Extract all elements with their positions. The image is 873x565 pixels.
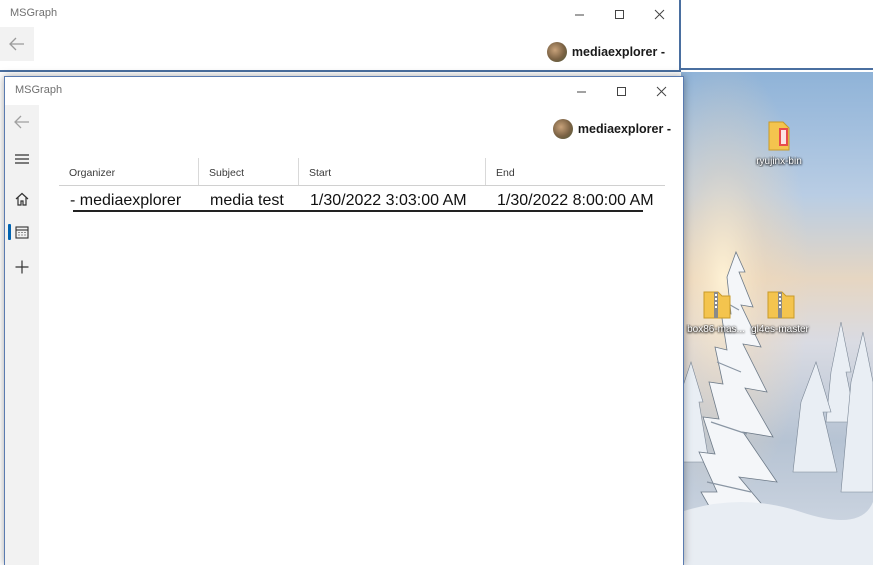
close-button[interactable] <box>641 77 681 105</box>
front-window-titlebar[interactable]: MSGraph <box>5 77 683 105</box>
avatar <box>552 119 573 139</box>
column-header-end[interactable]: End <box>486 158 665 185</box>
back-button[interactable] <box>5 105 39 139</box>
caption-buttons <box>559 0 679 28</box>
zip-folder-icon <box>767 291 795 319</box>
window-title: MSGraph <box>15 84 63 96</box>
window-title: MSGraph <box>10 7 58 19</box>
back-button[interactable] <box>0 27 34 61</box>
calendar-icon <box>15 226 29 239</box>
home-icon <box>15 192 29 206</box>
minimize-icon <box>576 91 586 92</box>
desktop-icon-label: ryujinx-bin <box>756 156 802 167</box>
user-name: mediaexplorer - <box>577 122 671 136</box>
events-table: Organizer Subject Start End - mediaexplo… <box>59 158 665 214</box>
close-button[interactable] <box>639 0 679 28</box>
nav-item-add[interactable] <box>5 251 39 283</box>
desktop-icon-ryujinx-bin[interactable]: ryujinx-bin <box>746 118 812 167</box>
maximize-icon <box>616 86 626 96</box>
user-account[interactable]: mediaexplorer - <box>552 119 671 139</box>
close-icon <box>654 9 664 19</box>
plus-icon <box>15 260 29 274</box>
desktop-icon-box86-master[interactable]: box86-mas... <box>683 286 749 335</box>
table-row[interactable]: - mediaexplorer media test 1/30/2022 3:0… <box>59 186 665 214</box>
column-header-subject[interactable]: Subject <box>199 158 299 185</box>
nav-item-calendar[interactable] <box>5 216 39 248</box>
caption-buttons <box>561 77 681 105</box>
nav-item-home[interactable] <box>5 183 39 215</box>
column-header-start[interactable]: Start <box>299 158 486 185</box>
minimize-button[interactable] <box>559 0 599 28</box>
column-header-organizer[interactable]: Organizer <box>59 158 199 185</box>
user-account[interactable]: mediaexplorer - <box>546 42 665 62</box>
user-name: mediaexplorer - <box>571 45 665 59</box>
navigation-pane <box>5 105 39 565</box>
desktop-icon-gl4es-master[interactable]: gl4es-master <box>747 286 813 335</box>
folder-icon <box>768 121 790 151</box>
row-focus-underline <box>73 210 643 212</box>
maximize-button[interactable] <box>601 77 641 105</box>
maximize-icon <box>614 9 624 19</box>
avatar <box>546 42 567 62</box>
screen: ryujinx-bin box86-mas... gl4es-master MS… <box>0 0 873 565</box>
back-window: MSGraph mediaexplorer - <box>0 0 681 72</box>
zip-folder-icon <box>703 291 731 319</box>
desktop-wallpaper: ryujinx-bin box86-mas... gl4es-master <box>681 72 873 565</box>
desktop-icon-label: box86-mas... <box>687 324 745 335</box>
back-arrow-icon <box>14 115 29 129</box>
minimize-icon <box>574 14 584 15</box>
minimize-button[interactable] <box>561 77 601 105</box>
table-header: Organizer Subject Start End <box>59 158 665 186</box>
desktop-icon-label: gl4es-master <box>751 324 809 335</box>
hamburger-menu-icon <box>15 154 29 164</box>
close-icon <box>656 86 666 96</box>
maximize-button[interactable] <box>599 0 639 28</box>
desktop-top-strip <box>681 0 873 70</box>
front-window: MSGraph mediaexplorer - Organizer Subjec… <box>4 76 684 565</box>
back-arrow-icon <box>9 37 24 51</box>
back-window-titlebar[interactable]: MSGraph <box>0 0 679 28</box>
nav-menu-toggle[interactable] <box>5 143 39 175</box>
